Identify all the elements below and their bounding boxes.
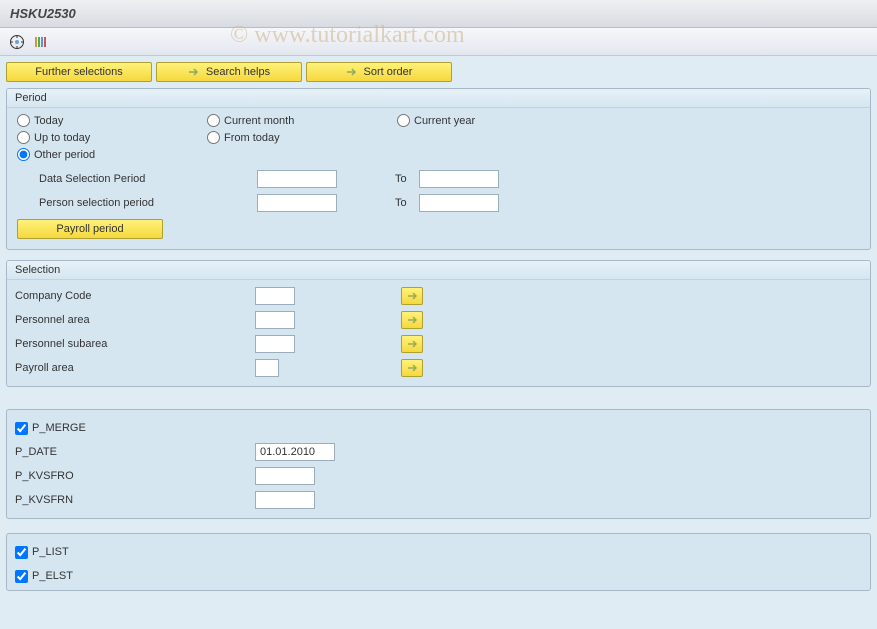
variant-icon[interactable]: [32, 33, 50, 51]
radio-current-month-label: Current month: [224, 115, 294, 127]
personnel-subarea-multi-icon[interactable]: [401, 335, 423, 353]
radio-today[interactable]: Today: [17, 114, 207, 127]
sort-order-button[interactable]: Sort order: [306, 62, 452, 82]
data-selection-to-label: To: [395, 173, 407, 185]
payroll-area-input[interactable]: [255, 359, 279, 377]
personnel-area-multi-icon[interactable]: [401, 311, 423, 329]
radio-today-input[interactable]: [17, 114, 30, 127]
person-selection-label: Person selection period: [39, 197, 257, 209]
selection-group: Selection Company Code Personnel area Pe…: [6, 260, 871, 387]
p-date-input[interactable]: [255, 443, 335, 461]
personnel-subarea-label: Personnel subarea: [15, 338, 255, 350]
radio-up-to-today[interactable]: Up to today: [17, 131, 207, 144]
radio-current-month[interactable]: Current month: [207, 114, 397, 127]
data-selection-from-input[interactable]: [257, 170, 337, 188]
p-kvsfrn-label: P_KVSFRN: [15, 494, 255, 506]
search-helps-button[interactable]: Search helps: [156, 62, 302, 82]
p-elst-label: P_ELST: [32, 570, 73, 582]
radio-from-today-label: From today: [224, 132, 280, 144]
top-button-row: Further selections Search helps Sort ord…: [6, 62, 871, 82]
arrow-right-icon: [346, 67, 358, 77]
payroll-area-multi-icon[interactable]: [401, 359, 423, 377]
execute-icon[interactable]: [8, 33, 26, 51]
sort-order-label: Sort order: [364, 66, 413, 78]
p-date-label: P_DATE: [15, 446, 255, 458]
p-kvsfro-input[interactable]: [255, 467, 315, 485]
company-code-multi-icon[interactable]: [401, 287, 423, 305]
p-list-checkbox[interactable]: [15, 546, 28, 559]
payroll-period-button[interactable]: Payroll period: [17, 219, 163, 239]
personnel-area-input[interactable]: [255, 311, 295, 329]
personnel-subarea-input[interactable]: [255, 335, 295, 353]
radio-other-period-label: Other period: [34, 149, 95, 161]
page-title: HSKU2530: [10, 6, 76, 21]
period-title: Period: [7, 89, 870, 108]
radio-current-month-input[interactable]: [207, 114, 220, 127]
p-kvsfro-label: P_KVSFRO: [15, 470, 255, 482]
payroll-period-label: Payroll period: [56, 223, 123, 235]
p-kvsfrn-input[interactable]: [255, 491, 315, 509]
p-elst-checkbox[interactable]: [15, 570, 28, 583]
further-selections-button[interactable]: Further selections: [6, 62, 152, 82]
person-selection-to-label: To: [395, 197, 407, 209]
radio-current-year-input[interactable]: [397, 114, 410, 127]
personnel-area-label: Personnel area: [15, 314, 255, 326]
radio-from-today-input[interactable]: [207, 131, 220, 144]
further-selections-label: Further selections: [35, 66, 122, 78]
period-group: Period Today Current month Current year …: [6, 88, 871, 250]
p-list-label: P_LIST: [32, 546, 69, 558]
radio-other-period[interactable]: Other period: [17, 148, 207, 161]
radio-current-year-label: Current year: [414, 115, 475, 127]
person-selection-from-input[interactable]: [257, 194, 337, 212]
icon-toolbar: © www.tutorialkart.com: [0, 28, 877, 56]
data-selection-label: Data Selection Period: [39, 173, 257, 185]
content-area: Further selections Search helps Sort ord…: [0, 56, 877, 629]
company-code-input[interactable]: [255, 287, 295, 305]
arrow-right-icon: [188, 67, 200, 77]
person-selection-to-input[interactable]: [419, 194, 499, 212]
params2-group: P_LIST P_ELST: [6, 533, 871, 591]
params1-group: P_MERGE P_DATE P_KVSFRO P_KVSFRN: [6, 409, 871, 519]
p-merge-label: P_MERGE: [32, 422, 86, 434]
payroll-area-label: Payroll area: [15, 362, 255, 374]
data-selection-to-input[interactable]: [419, 170, 499, 188]
selection-title: Selection: [7, 261, 870, 280]
radio-other-period-input[interactable]: [17, 148, 30, 161]
p-merge-checkbox[interactable]: [15, 422, 28, 435]
radio-up-to-today-label: Up to today: [34, 132, 90, 144]
radio-from-today[interactable]: From today: [207, 131, 397, 144]
search-helps-label: Search helps: [206, 66, 270, 78]
radio-today-label: Today: [34, 115, 63, 127]
title-bar: HSKU2530: [0, 0, 877, 28]
radio-current-year[interactable]: Current year: [397, 114, 587, 127]
radio-up-to-today-input[interactable]: [17, 131, 30, 144]
company-code-label: Company Code: [15, 290, 255, 302]
